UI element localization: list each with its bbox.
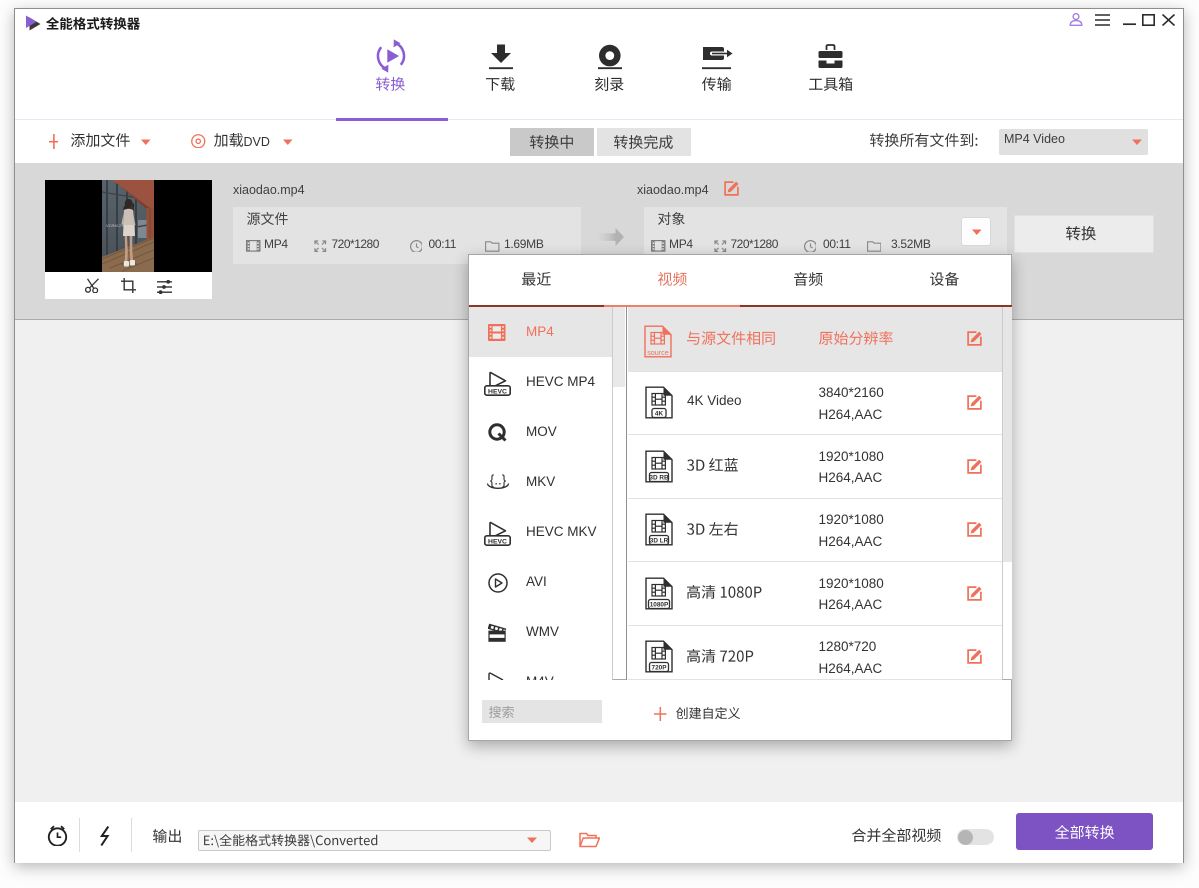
svg-text:{..}: {..}: [490, 473, 507, 488]
svg-text:720P: 720P: [651, 665, 667, 672]
svg-text:3D RB: 3D RB: [649, 474, 669, 481]
svg-text:3D LR: 3D LR: [649, 538, 668, 545]
svg-text:1080P: 1080P: [649, 601, 668, 608]
svg-text:HEVC: HEVC: [488, 538, 507, 545]
svg-text:source: source: [647, 348, 669, 357]
svg-text:HEVC: HEVC: [488, 388, 507, 395]
svg-text:4K: 4K: [654, 411, 663, 418]
svg-text:VCRM 2%: VCRM 2%: [106, 223, 125, 228]
